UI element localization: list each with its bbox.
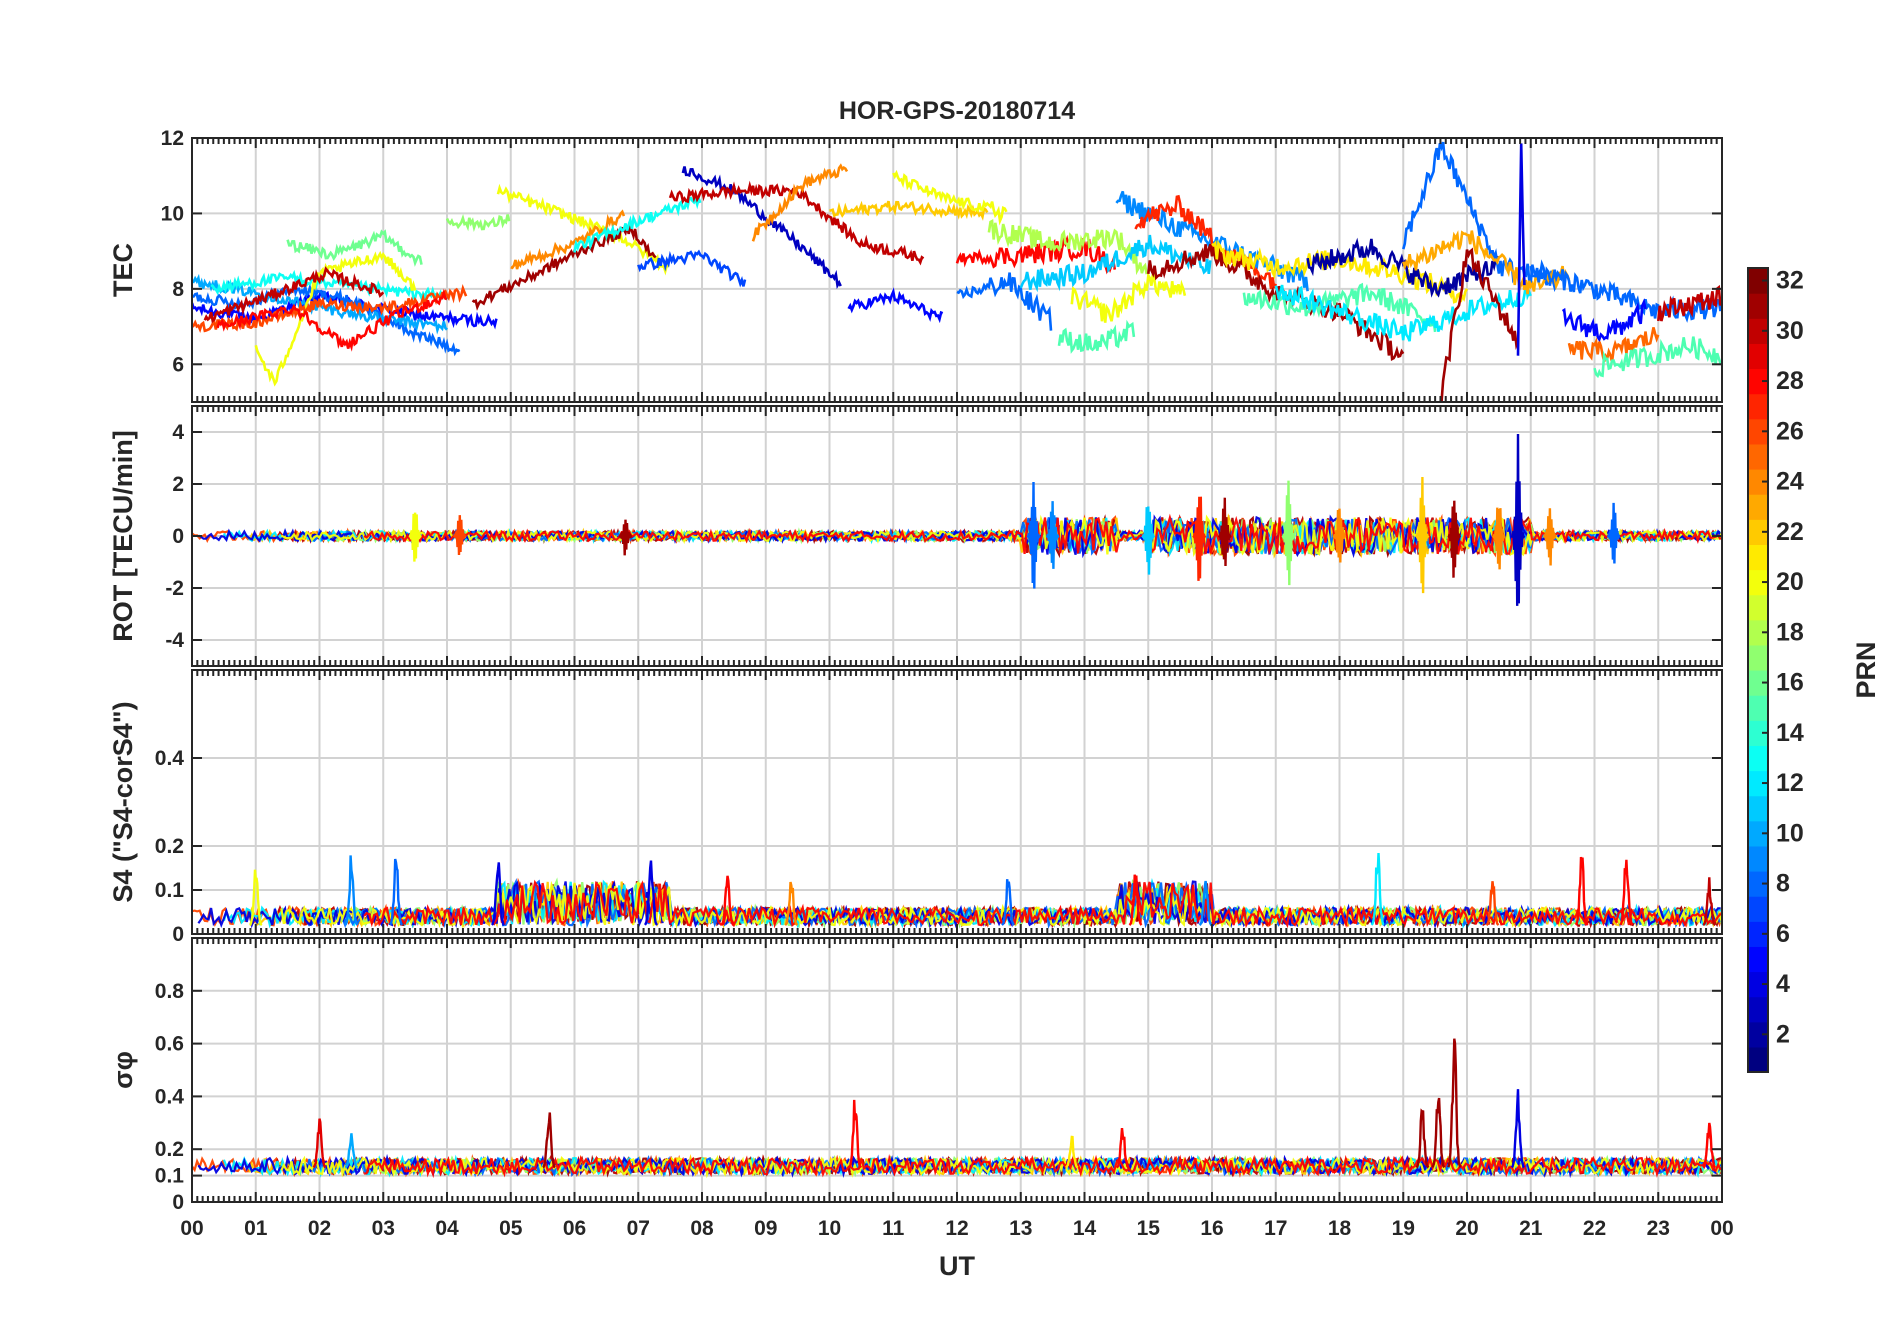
x-tick-label: 23: [1647, 1217, 1670, 1240]
colorbar-tick-label: 22: [1776, 518, 1804, 546]
colorbar-swatch: [1748, 443, 1768, 470]
x-tick-label: 02: [308, 1217, 331, 1240]
x-tick-label: 11: [882, 1217, 905, 1240]
colorbar-label: PRN: [1851, 641, 1881, 698]
y-tick-label: 10: [161, 202, 184, 225]
colorbar-tick-label: 30: [1776, 317, 1804, 345]
colorbar-tick-label: 28: [1776, 367, 1804, 395]
colorbar-swatch: [1748, 1046, 1768, 1073]
colorbar-swatch: [1748, 494, 1768, 520]
colorbar-tick-label: 18: [1776, 618, 1804, 646]
colorbar-swatch: [1748, 946, 1768, 973]
y-tick-label: 6: [172, 353, 184, 376]
y-tick-label: 8: [172, 278, 184, 301]
colorbar-swatch: [1748, 795, 1768, 822]
colorbar-tick-label: 14: [1776, 719, 1804, 747]
colorbar-swatch: [1748, 343, 1768, 370]
x-tick-label: 14: [1073, 1217, 1097, 1240]
colorbar-swatch: [1748, 393, 1768, 420]
colorbar-swatch: [1748, 544, 1768, 571]
y-tick-label: 0.1: [155, 879, 185, 902]
y-tick-label: 0.8: [155, 980, 185, 1003]
y-tick-label: 0.4: [155, 747, 185, 770]
y-tick-label: 2: [172, 473, 184, 496]
y-tick-label: 12: [161, 127, 184, 150]
y-tick-label: 0: [172, 525, 184, 548]
x-tick-label: 18: [1328, 1217, 1352, 1240]
colorbar-tick-label: 4: [1776, 970, 1790, 998]
colorbar-tick-label: 32: [1776, 267, 1804, 295]
colorbar-swatch: [1748, 896, 1768, 922]
colorbar-swatch: [1748, 695, 1768, 721]
y-tick-label: -4: [165, 629, 184, 652]
x-tick-label: 07: [627, 1217, 650, 1240]
x-tick-label: 10: [818, 1217, 841, 1240]
figure: HOR-GPS-20180714 681012TEC-4-2024ROT [TE…: [0, 0, 1902, 1330]
y-tick-label: -2: [165, 577, 184, 600]
x-tick-label: 16: [1200, 1217, 1223, 1240]
colorbar-swatch: [1748, 745, 1768, 772]
y-tick-label: 0.1: [155, 1165, 185, 1188]
x-tick-label: 09: [754, 1217, 777, 1240]
colorbar-swatch: [1748, 644, 1768, 671]
colorbar-tick-label: 16: [1776, 669, 1804, 697]
colorbar-tick-label: 8: [1776, 870, 1790, 898]
x-tick-label: 13: [1009, 1217, 1032, 1240]
colorbar-tick-label: 24: [1776, 468, 1804, 496]
colorbar-tick-label: 26: [1776, 417, 1804, 445]
chart-title: HOR-GPS-20180714: [839, 97, 1075, 125]
colorbar-swatch: [1748, 996, 1768, 1023]
x-tick-label: 17: [1264, 1217, 1287, 1240]
colorbar-tick-label: 2: [1776, 1020, 1790, 1048]
y-tick-label: 0.2: [155, 835, 184, 858]
colorbar-tick-label: 20: [1776, 568, 1804, 596]
colorbar-swatch: [1748, 845, 1768, 872]
y-tick-label: 0: [172, 923, 184, 946]
x-tick-label: 21: [1519, 1217, 1543, 1240]
y-tick-label: 0.4: [155, 1085, 185, 1108]
x-tick-label: 08: [690, 1217, 714, 1240]
x-tick-label: 04: [435, 1217, 459, 1240]
panel-1-ylabel: TEC: [108, 243, 138, 297]
x-tick-label: 12: [945, 1217, 968, 1240]
y-tick-label: 0.6: [155, 1033, 184, 1056]
x-tick-label: 06: [563, 1217, 586, 1240]
x-axis-label: UT: [939, 1251, 975, 1281]
x-tick-label: 05: [499, 1217, 523, 1240]
x-tick-label: 01: [244, 1217, 268, 1240]
colorbar-swatch: [1748, 594, 1768, 621]
x-tick-label: 03: [372, 1217, 395, 1240]
colorbar-tick-label: 6: [1776, 920, 1790, 948]
x-tick-label: 19: [1392, 1217, 1415, 1240]
colorbar-tick-label: 12: [1776, 769, 1804, 797]
x-tick-label: 15: [1137, 1217, 1161, 1240]
x-tick-label: 22: [1583, 1217, 1606, 1240]
x-tick-label: 00: [180, 1217, 203, 1240]
y-tick-label: 0.2: [155, 1138, 184, 1161]
y-tick-label: 4: [172, 421, 184, 444]
colorbar-tick-label: 10: [1776, 819, 1804, 847]
panel-3-ylabel: S4 ("S4-corS4"): [108, 701, 138, 902]
panel-4-ylabel: σφ: [108, 1051, 138, 1089]
panel-2-ylabel: ROT [TECU/min]: [108, 430, 138, 641]
x-tick-label: 00: [1710, 1217, 1733, 1240]
x-tick-label: 20: [1455, 1217, 1478, 1240]
y-tick-label: 0: [172, 1191, 184, 1214]
colorbar-swatch: [1748, 293, 1768, 319]
